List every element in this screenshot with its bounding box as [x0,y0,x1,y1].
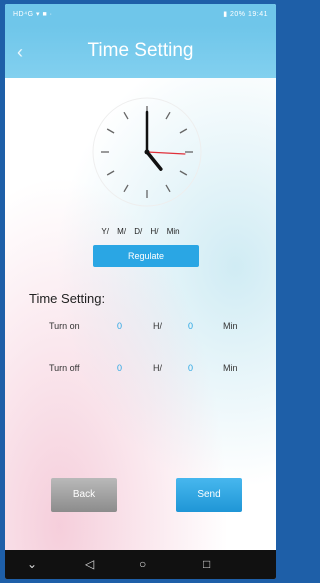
clock-tick [179,170,188,176]
turn-off-hour-input[interactable]: 0 [117,363,122,373]
phone-screen: HD⁴G ▾ ■ · ▮ 20% 19:41 ‹ Time Setting Y/… [5,4,276,579]
turn-on-row: Turn on 0 H/ 0 Min [5,321,276,335]
turn-on-hour-unit: H/ [153,321,162,331]
clock-face [92,97,202,207]
turn-off-label: Turn off [49,363,80,373]
hour-hand [145,150,163,171]
turn-on-minute-input[interactable]: 0 [188,321,193,331]
turn-off-row: Turn off 0 H/ 0 Min [5,363,276,377]
turn-off-minute-unit: Min [223,363,238,373]
clock-tick [123,184,129,193]
clock-tick [123,111,129,120]
home-circle-icon[interactable]: ○ [139,557,146,571]
send-button[interactable]: Send [176,478,242,512]
regulate-button[interactable]: Regulate [93,245,199,267]
header-bar: ‹ Time Setting [5,26,276,78]
clock-tick [165,184,171,193]
clock-tick [106,170,115,176]
second-hand [146,151,186,155]
chevron-down-icon[interactable]: ⌄ [27,557,37,571]
page-title: Time Setting [87,40,194,61]
clock-center [144,149,150,155]
clock-tick [106,128,115,134]
recents-square-icon[interactable]: □ [203,557,210,571]
main-content: Y/ M/ D/ H/ Min Regulate Time Setting: T… [5,78,276,550]
turn-on-label: Turn on [49,321,80,331]
turn-off-minute-input[interactable]: 0 [188,363,193,373]
status-right: ▮ 20% 19:41 [223,11,268,18]
turn-on-hour-input[interactable]: 0 [117,321,122,331]
status-left: HD⁴G ▾ ■ · [13,11,53,18]
date-time-labels: Y/ M/ D/ H/ Min [101,227,180,236]
back-triangle-icon[interactable]: ◁ [85,557,94,571]
status-bar: HD⁴G ▾ ■ · ▮ 20% 19:41 [5,4,276,26]
turn-off-hour-unit: H/ [153,363,162,373]
clock-tick [179,128,188,134]
back-button[interactable]: Back [51,478,117,512]
clock-tick [165,111,171,120]
system-nav-bar: ⌄ ◁ ○ □ [5,550,276,579]
time-setting-title: Time Setting: [29,291,106,306]
turn-on-minute-unit: Min [223,321,238,331]
